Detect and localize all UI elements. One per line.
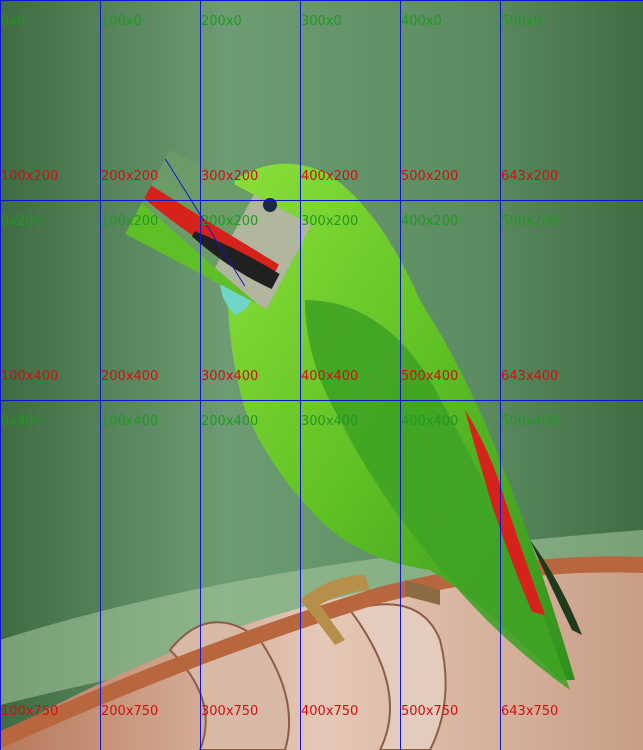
grid-label-bottom: 200x200 [101,169,159,184]
grid-label-bottom: 643x400 [501,369,559,384]
grid-label-bottom: 500x750 [401,704,459,719]
grid-label-top: 500x400 [501,414,559,429]
grid-label-top: 200x0 [201,14,242,29]
grid-label-bottom: 100x750 [1,704,59,719]
grid-label-top: 300x0 [301,14,342,29]
grid-line-h200 [0,200,643,201]
grid-label-top: 300x400 [301,414,359,429]
grid-label-top: 0x400 [1,414,42,429]
grid-label-bottom: 300x200 [201,169,259,184]
grid-label-bottom: 100x200 [1,169,59,184]
grid-label-top: 300x200 [301,214,359,229]
grid-label-top: 100x0 [101,14,142,29]
grid-label-bottom: 643x200 [501,169,559,184]
grid-label-top: 400x400 [401,414,459,429]
grid-label-bottom: 100x400 [1,369,59,384]
grid-label-bottom: 400x750 [301,704,359,719]
grid-label-top: 500x200 [501,214,559,229]
grid-label-top: 400x200 [401,214,459,229]
grid-label-top: 400x0 [401,14,442,29]
grid-label-bottom: 400x400 [301,369,359,384]
grid-label-top: 500x0 [501,14,542,29]
grid-label-bottom: 300x400 [201,369,259,384]
grid-label-bottom: 500x400 [401,369,459,384]
grid-label-bottom: 643x750 [501,704,559,719]
grid-label-top: 200x400 [201,414,259,429]
grid-label-top: 200x200 [201,214,259,229]
grid-label-bottom: 200x400 [101,369,159,384]
grid-label-top: 100x200 [101,214,159,229]
image-canvas: 0x0 100x0 200x0 300x0 400x0 500x0 0x200 … [0,0,643,750]
grid-label-bottom: 500x200 [401,169,459,184]
grid-line-h400 [0,400,643,401]
grid-line-h0 [0,0,643,1]
grid-label-bottom: 400x200 [301,169,359,184]
grid-label-bottom: 300x750 [201,704,259,719]
grid-label-top: 0x0 [1,14,26,29]
grid-label-top: 0x200 [1,214,42,229]
grid-label-bottom: 200x750 [101,704,159,719]
grid-label-top: 100x400 [101,414,159,429]
